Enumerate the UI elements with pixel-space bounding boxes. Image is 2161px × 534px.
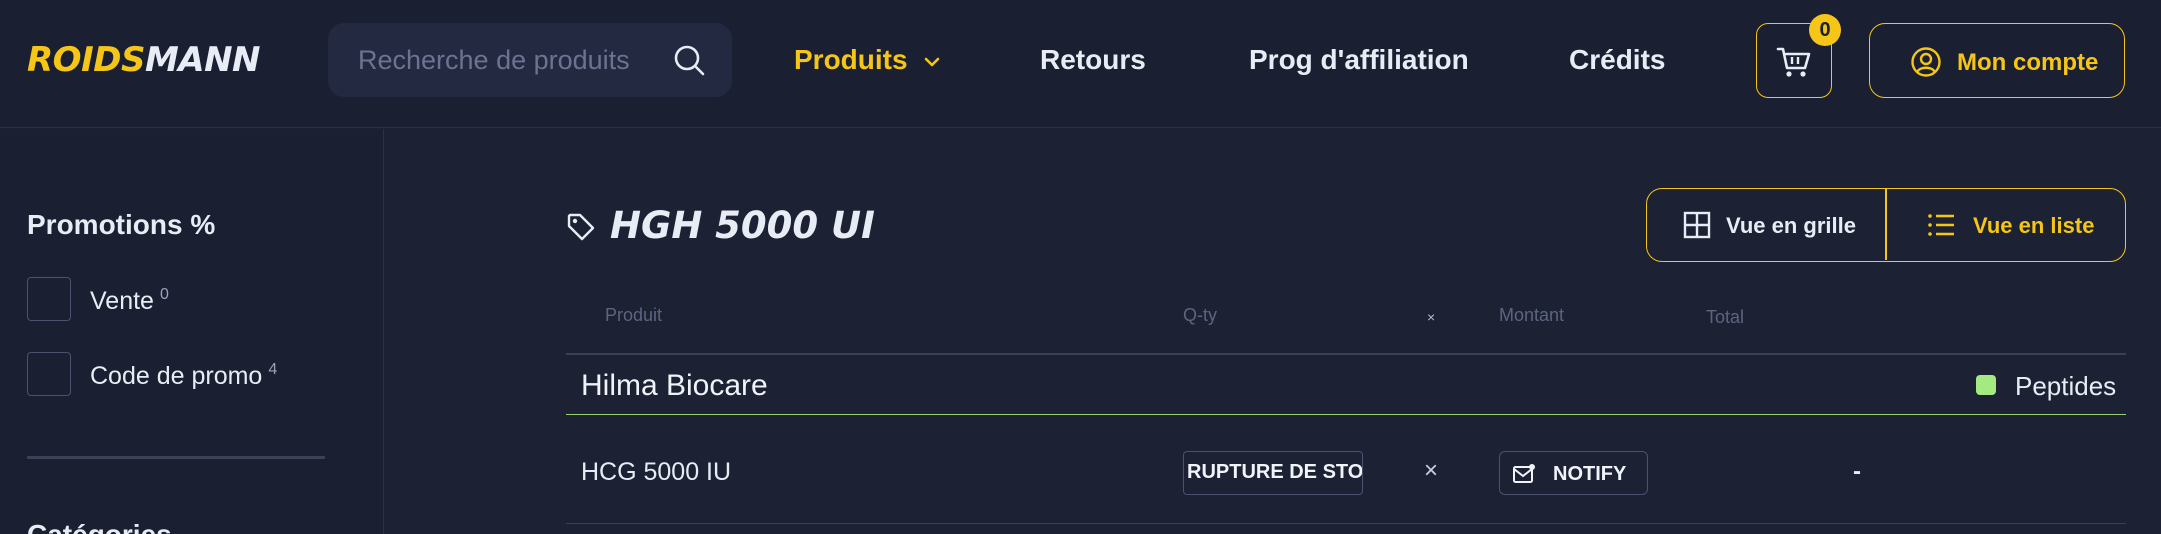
column-header-qty: Q-ty — [1183, 305, 1217, 325]
page-title: HGH 5000 UI — [610, 204, 875, 247]
filter-vente-label[interactable]: Vente 0 — [90, 286, 169, 316]
column-header-product: Produit — [605, 305, 663, 325]
logo-part2: MANN — [144, 40, 261, 80]
grid-view-label: Vue en grille — [1726, 213, 1857, 238]
filter-vente-count: 0 — [159, 286, 169, 303]
cart-icon — [1776, 47, 1811, 77]
nav-credits[interactable]: Crédits — [1569, 44, 1665, 76]
nav-retours[interactable]: Retours — [1040, 44, 1146, 76]
chevron-down-icon — [925, 57, 940, 66]
notify-button[interactable]: NOTIFY — [1499, 451, 1648, 495]
logo[interactable]: ROIDSMANN — [27, 40, 261, 80]
category-label: Peptides — [2015, 371, 2117, 401]
filter-code-promo-count: 4 — [268, 361, 278, 378]
account-button[interactable]: Mon compte — [1869, 23, 2125, 98]
sidebar: Promotions % Vente 0 Code de promo 4 Catég… — [0, 129, 384, 534]
search-input[interactable] — [358, 39, 658, 81]
list-icon — [1928, 214, 1954, 236]
column-header-total: Total — [1706, 307, 1745, 327]
cart-count-badge: 0 — [1809, 14, 1841, 46]
category-dot — [1976, 375, 1996, 395]
search-icon[interactable] — [672, 43, 706, 77]
brand-group-row: Hilma Biocare Peptides — [566, 353, 2126, 415]
column-header-amount: Montant — [1499, 305, 1565, 325]
nav-produits[interactable]: Produits — [794, 44, 941, 76]
view-toggle: Vue en grille Vue en liste — [1646, 188, 2126, 262]
tag-icon — [567, 213, 595, 241]
checkbox-vente[interactable] — [27, 277, 71, 321]
notify-icon — [1513, 464, 1535, 483]
search-box — [328, 23, 732, 97]
nav-produits-label: Produits — [794, 44, 908, 75]
brand-name: Hilma Biocare — [581, 369, 768, 402]
filter-code-promo-label[interactable]: Code de promo 4 — [90, 361, 277, 391]
nav-affiliation[interactable]: Prog d'affiliation — [1249, 44, 1469, 76]
grid-icon — [1683, 211, 1711, 239]
logo-part1: ROIDS — [27, 40, 145, 80]
grid-view-button[interactable]: Vue en grille — [1647, 189, 1885, 260]
filter-code-promo-text: Code de promo — [90, 362, 263, 390]
user-icon — [1911, 47, 1941, 77]
promotions-title: Promotions % — [27, 209, 216, 240]
sidebar-divider — [27, 456, 325, 459]
times-sign: × — [1424, 457, 1439, 484]
list-view-label: Vue en liste — [1973, 213, 2095, 238]
notify-label: NOTIFY — [1553, 463, 1627, 485]
list-view-button[interactable]: Vue en liste — [1887, 189, 2125, 260]
out-of-stock-badge: RUPTURE DE STOCK — [1183, 451, 1363, 495]
account-label: Mon compte — [1957, 49, 2099, 76]
table-row: HCG 5000 IU RUPTURE DE STOCK × NOTIFY - — [566, 416, 2126, 524]
product-name[interactable]: HCG 5000 IU — [581, 458, 731, 487]
column-header-times: × — [1427, 309, 1436, 325]
checkbox-code-promo[interactable] — [27, 352, 71, 396]
top-header: ROIDSMANN Produits Retours Prog d'affili… — [0, 0, 2161, 128]
categories-title: Catégories — [27, 519, 172, 534]
filter-vente-text: Vente — [90, 287, 154, 315]
row-total: - — [1853, 458, 1861, 485]
